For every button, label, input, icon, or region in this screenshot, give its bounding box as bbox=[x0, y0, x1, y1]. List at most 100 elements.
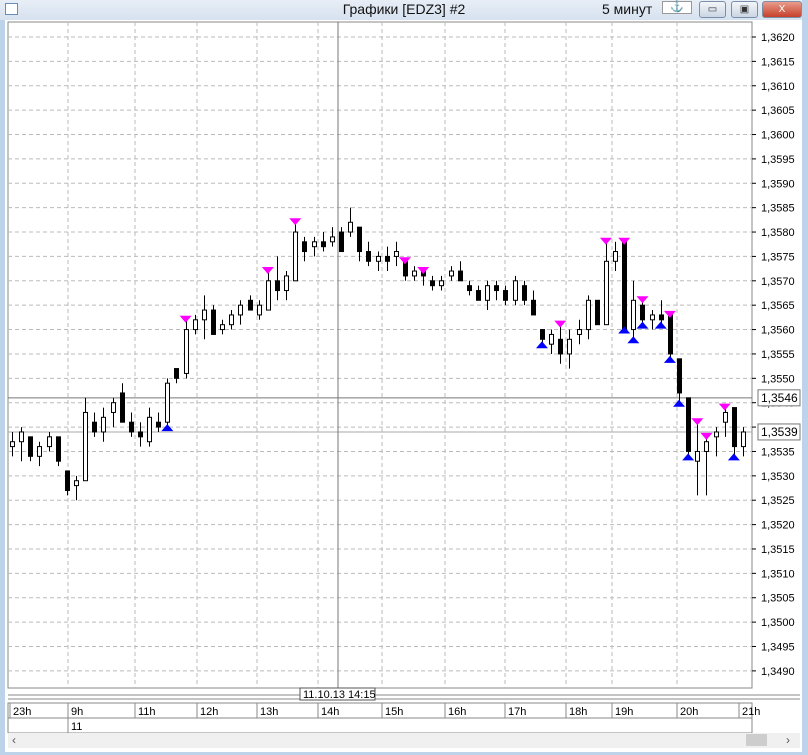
scroll-left-icon[interactable]: ‹ bbox=[12, 733, 16, 747]
candle-body bbox=[165, 382, 170, 423]
candle-body bbox=[111, 402, 116, 413]
x-tick-label: 15h bbox=[385, 706, 403, 718]
candle bbox=[56, 436, 61, 467]
x-tick-label: 23h bbox=[13, 706, 31, 718]
date-label: 11 bbox=[71, 721, 82, 733]
candle bbox=[622, 241, 627, 331]
candle-body bbox=[357, 226, 362, 253]
y-tick-label: 1,3525 bbox=[761, 495, 795, 507]
candle-body bbox=[257, 304, 262, 316]
candle-body bbox=[101, 416, 106, 433]
candle-body bbox=[412, 270, 417, 277]
plot-area bbox=[7, 21, 753, 689]
x-tick-label: 21h bbox=[742, 706, 760, 718]
candle-body bbox=[138, 431, 143, 438]
candle bbox=[686, 397, 691, 457]
candle-body bbox=[284, 275, 289, 292]
candle-body bbox=[540, 329, 545, 340]
candle-body bbox=[677, 358, 682, 394]
candle-body bbox=[19, 431, 24, 443]
y-tick-label: 1,3505 bbox=[761, 593, 795, 605]
scroll-right-icon[interactable]: › bbox=[786, 733, 790, 747]
y-tick-label: 1,3555 bbox=[761, 349, 795, 361]
candle bbox=[211, 305, 216, 335]
candle-body bbox=[74, 480, 79, 487]
candle-body bbox=[229, 314, 234, 326]
x-tick-label: 13h bbox=[260, 706, 278, 718]
candle-body bbox=[586, 299, 591, 331]
y-tick-label: 1,3565 bbox=[761, 300, 795, 312]
candle-body bbox=[604, 260, 609, 326]
candle-body bbox=[458, 270, 463, 282]
candle-body bbox=[129, 421, 134, 433]
y-tick-label: 1,3585 bbox=[761, 203, 795, 215]
x-tick-label: 19h bbox=[615, 706, 633, 718]
price-chart[interactable]: 1,3620 1,3615 1,3610 1,3605 1,3600 1,3595 1,35… bbox=[0, 0, 808, 733]
candle-body bbox=[193, 319, 198, 331]
candle-body bbox=[10, 441, 15, 448]
candle-body bbox=[531, 299, 536, 316]
candle-body bbox=[238, 304, 243, 316]
candle-body bbox=[613, 251, 618, 262]
candle-body bbox=[312, 241, 317, 248]
y-tick-label: 1,3600 bbox=[761, 130, 795, 142]
y-tick-label: 1,3535 bbox=[761, 446, 795, 458]
candle-body bbox=[321, 241, 326, 248]
x-tick-label: 14h bbox=[321, 706, 339, 718]
y-tick-label: 1,3495 bbox=[761, 642, 795, 654]
y-tick-label: 1,3500 bbox=[761, 617, 795, 629]
candle-body bbox=[302, 241, 307, 253]
candle-body bbox=[467, 285, 472, 292]
candle-body bbox=[92, 421, 97, 433]
candle-body bbox=[741, 431, 746, 448]
candle-body bbox=[485, 285, 490, 301]
candle-body bbox=[174, 368, 179, 379]
x-tick-label: 18h bbox=[569, 706, 587, 718]
candle-body bbox=[120, 392, 125, 423]
candle-body bbox=[704, 441, 709, 452]
candle-body bbox=[558, 338, 563, 355]
last-price-label: 1,3539 bbox=[761, 425, 798, 439]
candle-body bbox=[275, 280, 280, 292]
candle-body bbox=[430, 280, 435, 287]
candle-body bbox=[348, 221, 353, 233]
candle-body bbox=[476, 290, 481, 301]
y-tick-label: 1,3575 bbox=[761, 251, 795, 263]
candle-body bbox=[631, 299, 636, 331]
x-tick-label: 9h bbox=[71, 706, 83, 718]
y-tick-label: 1,3595 bbox=[761, 154, 795, 166]
candle-body bbox=[494, 285, 499, 292]
candle-body bbox=[714, 431, 719, 438]
candle-body bbox=[366, 251, 371, 262]
y-tick-label: 1,3520 bbox=[761, 520, 795, 532]
candle-body bbox=[439, 280, 444, 287]
candle-body bbox=[668, 314, 673, 355]
candle bbox=[513, 275, 518, 306]
candle-body bbox=[650, 314, 655, 321]
candle-body bbox=[376, 255, 381, 262]
crosshair-time-label: 11.10.13 14:15 bbox=[303, 689, 376, 701]
candle-body bbox=[339, 231, 344, 253]
candle-body bbox=[549, 333, 554, 345]
candle-body bbox=[47, 436, 52, 448]
candle-body bbox=[83, 411, 88, 482]
candle-body bbox=[220, 324, 225, 331]
y-tick-label: 1,3510 bbox=[761, 568, 795, 580]
x-tick-label: 20h bbox=[680, 706, 698, 718]
y-tick-label: 1,3570 bbox=[761, 276, 795, 288]
scroll-thumb[interactable] bbox=[746, 734, 767, 746]
y-tick-label: 1,3560 bbox=[761, 325, 795, 337]
horizontal-scrollbar[interactable]: ‹ › bbox=[8, 733, 800, 748]
candle-body bbox=[640, 304, 645, 321]
candle-body bbox=[266, 280, 271, 311]
candle-body bbox=[503, 290, 508, 301]
y-tick-label: 1,3550 bbox=[761, 373, 795, 385]
candle-body bbox=[449, 270, 454, 277]
candle-body bbox=[56, 436, 61, 462]
y-tick-label: 1,3515 bbox=[761, 544, 795, 556]
candle-body bbox=[202, 309, 207, 321]
candle-body bbox=[513, 280, 518, 301]
y-tick-label: 1,3610 bbox=[761, 81, 795, 93]
candle-body bbox=[622, 241, 627, 331]
candle-body bbox=[723, 411, 728, 423]
